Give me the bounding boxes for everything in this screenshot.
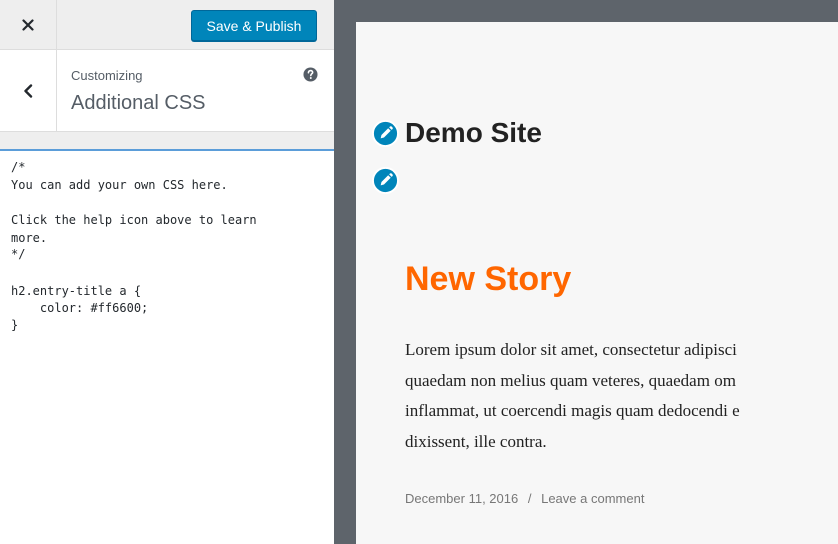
pencil-icon[interactable] xyxy=(372,167,399,194)
entry-title-link[interactable]: New Story xyxy=(405,260,571,299)
back-button[interactable] xyxy=(0,50,57,131)
section-title: Additional CSS xyxy=(71,92,206,114)
section-header: Customizing Additional CSS xyxy=(0,50,334,132)
leave-comment-link[interactable]: Leave a comment xyxy=(541,491,644,506)
save-publish-button[interactable]: Save & Publish xyxy=(191,10,317,41)
code-line: h2.entry-title a { xyxy=(11,284,142,298)
meta-separator: / xyxy=(527,491,532,506)
preview-page: Demo Site New Story Lorem ipsum dolor si… xyxy=(356,22,838,544)
code-line: color: #ff6600; xyxy=(11,301,149,315)
close-icon xyxy=(22,18,34,31)
entry-text-line: Lorem ipsum dolor sit amet, consectetur … xyxy=(405,340,737,359)
entry-meta: December 11, 2016 / Leave a comment xyxy=(405,491,644,506)
entry-text-line: quaedam non melius quam veteres, quaedam… xyxy=(405,371,736,390)
chevron-left-icon xyxy=(24,83,33,98)
section-subtitle: Customizing xyxy=(71,68,143,83)
code-line: /* xyxy=(11,160,26,174)
close-button[interactable] xyxy=(0,0,57,49)
code-line: } xyxy=(11,318,19,332)
code-line: more. xyxy=(11,231,48,245)
code-line: Click the help icon above to learn xyxy=(11,213,257,227)
entry-text-line: dixissent, ille contra. xyxy=(405,432,547,451)
code-line: */ xyxy=(11,247,26,261)
site-title[interactable]: Demo Site xyxy=(405,117,542,149)
section-separator xyxy=(0,132,334,149)
question-circle-icon[interactable] xyxy=(303,67,318,82)
pencil-icon[interactable] xyxy=(372,120,399,147)
entry-date-link[interactable]: December 11, 2016 xyxy=(405,491,518,506)
code-line: You can add your own CSS here. xyxy=(11,178,228,192)
site-preview: Demo Site New Story Lorem ipsum dolor si… xyxy=(334,0,838,544)
customizer-sidebar: Save & Publish Customizing Additional CS… xyxy=(0,0,334,544)
customizer-header: Save & Publish xyxy=(0,0,334,50)
entry-text-line: inflammat, ut coercendi magis quam dedoc… xyxy=(405,401,740,420)
custom-css-editor[interactable]: /* You can add your own CSS here. Click … xyxy=(0,149,334,544)
